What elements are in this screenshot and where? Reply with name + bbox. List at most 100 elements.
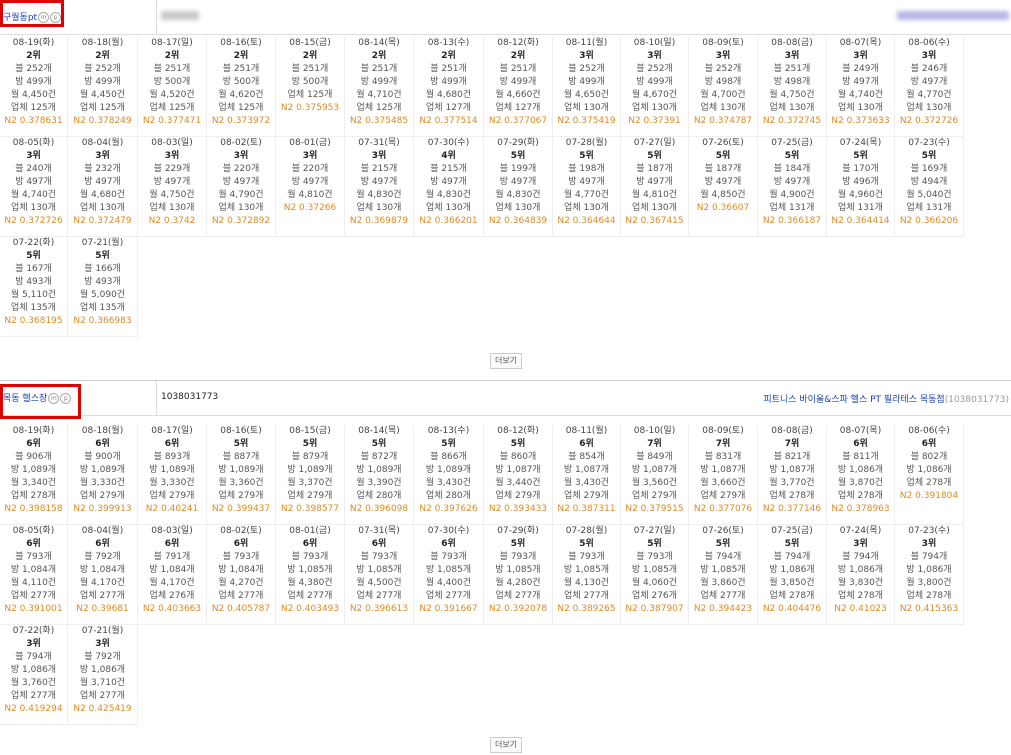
monthly-search: 월 4,170건 (79, 578, 126, 588)
date-label: 08-07(목) (839, 426, 882, 436)
date-label: 07-26(토) (702, 526, 744, 536)
date-label: 08-07(목) (839, 38, 882, 48)
rank-value: 3위 (647, 51, 662, 61)
rank-cell: 08-07(목) 6위 블 811개 방 1,086개 월 3,870건 업체 278개 N… (827, 425, 895, 525)
keyword-cell: 구월동pt m p (0, 0, 157, 34)
rank-cell: 07-29(화) 5위 블 199개 방 497개 월 4,830건 업체 130개 N2 … (484, 137, 553, 237)
store-name-link[interactable] (897, 11, 1009, 21)
monthly-search: 월 3,860건 (700, 578, 746, 588)
rank-value: 3위 (853, 51, 868, 61)
business-count: 업체 277개 (495, 591, 541, 601)
monthly-search: 월 3,330건 (149, 478, 195, 488)
blog-count: 블 793개 (291, 552, 329, 562)
monthly-search: 월 4,620건 (218, 90, 264, 100)
bang-count: 방 1,084개 (10, 565, 57, 575)
rank-cell: 07-23(수) 5위 블 169개 방 494개 월 5,040건 업체 131개 N2 … (895, 137, 964, 237)
bang-count: 방 1,086개 (79, 665, 126, 675)
business-count: 업체 279개 (218, 491, 264, 501)
blog-count: 블 251개 (773, 64, 811, 74)
date-label: 08-15(금) (289, 426, 331, 436)
rank-cell: 08-10(일) 3위 블 252개 방 499개 월 4,670건 업체 130개 N2 … (621, 37, 689, 137)
date-label: 07-31(목) (358, 138, 400, 148)
date-label: 07-27(일) (633, 526, 676, 536)
rank-cell: 08-06(수) 6위 블 802개 방 1,086개 업체 278개 N2 0.3918… (895, 425, 964, 525)
rank-cell: 07-31(목) 6위 블 793개 방 1,085개 월 4,500건 업체 277개 N… (345, 525, 414, 625)
rank-cell: 07-30(수) 4위 블 215개 방 497개 월 4,830건 업체 130개 N2 … (414, 137, 484, 237)
date-label: 08-10(일) (633, 38, 676, 48)
business-count: 업체 277개 (700, 591, 746, 601)
blog-count: 블 794개 (773, 552, 811, 562)
monthly-search: 월 5,090건 (79, 290, 126, 300)
n2-score: N2 0.377146 (762, 504, 822, 514)
date-label: 08-02(토) (220, 526, 262, 536)
bang-count: 방 1,089개 (10, 465, 57, 475)
blog-count: 블 802개 (910, 452, 948, 462)
date-label: 07-23(수) (908, 138, 950, 148)
monthly-search: 월 4,270건 (218, 578, 264, 588)
blog-count: 블 252개 (636, 64, 673, 74)
blog-count: 블 872개 (360, 452, 398, 462)
store-name-link[interactable]: 피트니스 바이올&스파 헬스 PT 필라테스 목동점(1038031773) (763, 392, 1009, 405)
bang-count: 방 496개 (842, 177, 879, 187)
rank-cell: 08-02(토) 3위 블 220개 방 497개 월 4,790건 업체 130개 N2 … (207, 137, 276, 237)
blog-count: 블 794개 (704, 552, 742, 562)
rank-value: 5위 (510, 151, 526, 161)
monthly-search: 월 4,700건 (700, 90, 746, 100)
n2-score: N2 0.369879 (349, 216, 409, 226)
keyword-cell: 목동 헬스장 m p (0, 381, 157, 419)
n2-score: N2 0.391667 (419, 604, 478, 614)
rank-cell: 07-27(일) 5위 블 187개 방 497개 월 4,810건 업체 130개 N2 … (621, 137, 689, 237)
business-count: 업체 130개 (838, 103, 883, 113)
n2-score: N2 0.372892 (211, 216, 271, 226)
business-count: 업체 279개 (287, 491, 333, 501)
rank-value: 3위 (302, 151, 318, 161)
business-count: 업체 279개 (149, 491, 195, 501)
rank-cell: 07-25(금) 5위 블 794개 방 1,086개 월 3,850건 업체 278개 N… (758, 525, 827, 625)
rank-cell: 08-19(화) 6위 블 906개 방 1,089개 월 3,340건 업체 278개 N… (0, 425, 68, 525)
date-label: 08-14(목) (358, 38, 400, 48)
n2-score: N2 0.397626 (419, 504, 478, 514)
rank-value: 3위 (579, 51, 594, 61)
date-label: 08-16(토) (220, 426, 262, 436)
date-label: 07-28(월) (565, 138, 608, 148)
monthly-search: 월 4,790건 (218, 190, 264, 200)
bang-count: 방 497개 (360, 177, 398, 187)
blog-count: 블 170개 (842, 164, 879, 174)
rank-value: 5위 (95, 251, 110, 261)
n2-score: N2 0.372726 (4, 216, 63, 226)
date-label: 07-23(수) (908, 526, 950, 536)
more-button[interactable]: 더보기 (490, 737, 522, 753)
rank-value: 6위 (95, 539, 110, 549)
monthly-search: 월 3,360건 (218, 478, 264, 488)
bang-count: 방 497개 (222, 177, 260, 187)
rank-cell: 08-18(월) 6위 블 900개 방 1,089개 월 3,330건 업체 279개 N… (68, 425, 138, 525)
rank-value: 5위 (26, 251, 41, 261)
blog-count: 블 794개 (15, 652, 52, 662)
date-label: 08-19(화) (12, 38, 55, 48)
store-id: 1038031773 (161, 392, 219, 402)
rank-cell: 08-16(토) 5위 블 887개 방 1,089개 월 3,360건 업체 279개 N… (207, 425, 276, 525)
bang-count: 방 1,086개 (769, 565, 815, 575)
n2-score: N2 0.374787 (693, 116, 753, 126)
bang-count: 방 497개 (704, 177, 742, 187)
monthly-search: 월 4,740건 (10, 190, 57, 200)
monthly-search: 월 4,280건 (495, 578, 541, 588)
blog-count: 블 199개 (499, 164, 537, 174)
rank-cell: 07-26(토) 5위 블 187개 방 497개 월 4,850건 N2 0.36607 (689, 137, 758, 237)
monthly-search: 월 3,370건 (287, 478, 333, 488)
date-label: 08-08(금) (771, 38, 813, 48)
bang-count: 방 497개 (842, 77, 879, 87)
blog-count: 블 187개 (704, 164, 742, 174)
blog-count: 블 893개 (153, 452, 191, 462)
bang-count: 방 1,085개 (563, 565, 610, 575)
n2-score: N2 0.36607 (696, 203, 750, 213)
bang-count: 방 1,089개 (79, 465, 126, 475)
business-count: 업체 130개 (700, 103, 746, 113)
rank-value: 5위 (371, 439, 387, 449)
n2-score: N2 0.375485 (349, 116, 409, 126)
n2-score: N2 0.398158 (4, 504, 63, 514)
more-button[interactable]: 더보기 (490, 353, 522, 369)
bang-count: 방 497개 (84, 177, 121, 187)
rank-cell: 07-26(토) 5위 블 794개 방 1,085개 월 3,860건 업체 277개 N… (689, 525, 758, 625)
bang-count: 방 1,089개 (287, 465, 333, 475)
